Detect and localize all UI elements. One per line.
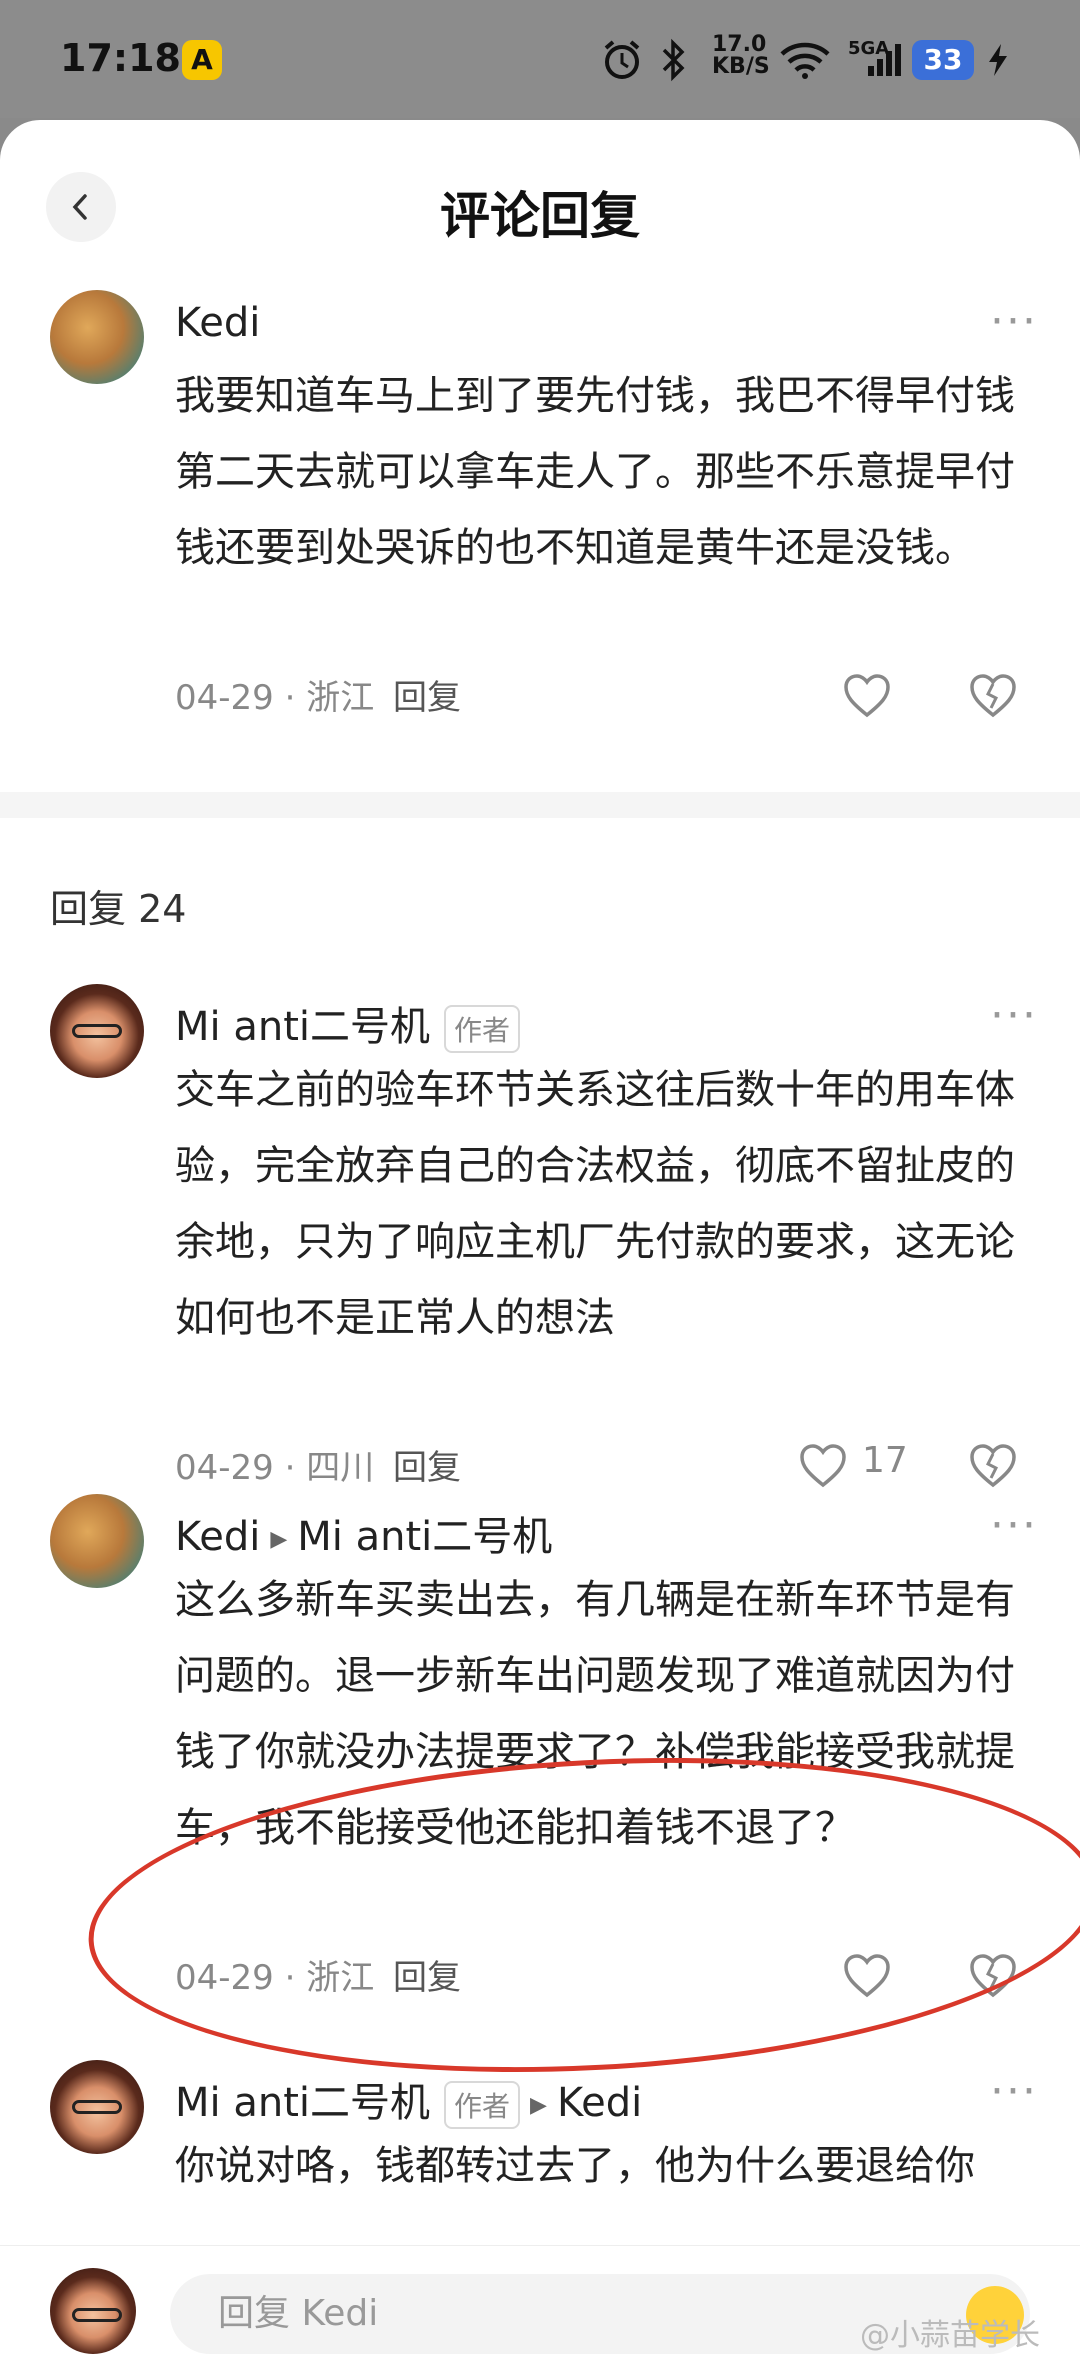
comment-reply-sheet: 评论回复 Kedi ··· 我要知道车马上到了要先付钱，我巴不得早付钱第二天去就… [0, 120, 1080, 2376]
avatar[interactable] [50, 2060, 144, 2154]
status-time: 17:18 [60, 36, 181, 80]
reply-author-line: Kedi ▶ Mi anti二号机 [175, 1504, 552, 1562]
author-tag: 作者 [444, 1005, 521, 1053]
reply-meta: 04-29 · 浙江 回复 [175, 1950, 461, 1999]
comment-date-location: 04-29 · 浙江 [175, 678, 375, 718]
net-speed: 17.0 KB/S [712, 32, 770, 79]
charging-icon [989, 44, 1007, 76]
section-divider [0, 792, 1080, 818]
like-count: 17 [862, 1440, 908, 1481]
reply-meta: 04-29 · 四川 回复 [175, 1440, 461, 1489]
wifi-icon [780, 42, 830, 79]
reply-to-user[interactable]: Kedi [557, 2080, 642, 2126]
reply-author[interactable]: Kedi [175, 1514, 260, 1560]
comment-meta: 04-29 · 浙江 回复 [175, 670, 461, 719]
reply-author-line: Mi anti二号机 作者 ▶ Kedi [175, 2070, 642, 2129]
heart-icon[interactable] [798, 1442, 848, 1490]
my-avatar [50, 2268, 136, 2354]
avatar[interactable] [50, 1494, 144, 1588]
reply-author-line: Mi anti二号机 作者 [175, 994, 521, 1053]
reply-link[interactable]: 回复 [393, 1958, 461, 1998]
broken-heart-icon[interactable] [968, 1952, 1018, 2000]
reply-arrow-icon: ▶ [270, 1526, 288, 1552]
reply-to-user[interactable]: Mi anti二号机 [297, 1514, 552, 1560]
reply-author[interactable]: Mi anti二号机 [175, 1004, 430, 1050]
broken-heart-icon[interactable] [968, 1442, 1018, 1490]
avatar[interactable] [50, 984, 144, 1078]
battery-indicator: 33 [912, 40, 974, 80]
replies-count: 回复 24 [50, 887, 187, 931]
page-title: 评论回复 [440, 187, 640, 245]
reply-date-location: 04-29 · 四川 [175, 1448, 375, 1488]
reply-link[interactable]: 回复 [393, 1448, 461, 1488]
reply-text: 你说对咯，钱都转过去了，他为什么要退给你 [175, 2143, 975, 2189]
reply-item: Mi anti二号机 作者 ··· 交车之前的验车环节关系这往后数十年的用车体验，… [0, 984, 1080, 1544]
reply-link[interactable]: 回复 [393, 678, 461, 718]
more-icon[interactable]: ··· [990, 990, 1038, 1041]
reply-input-bar: 回复 Kedi @小蒜苗学长 [0, 2245, 1080, 2376]
reply-arrow-icon: ▶ [530, 2092, 547, 2118]
heart-icon[interactable] [842, 672, 892, 720]
more-icon[interactable]: ··· [990, 296, 1038, 347]
watermark: @小蒜苗学长 [860, 2318, 1040, 2353]
more-icon[interactable]: ··· [990, 1500, 1038, 1551]
reply-text: 这么多新车买卖出去，有几辆是在新车环节是有问题的。退一步新车出问题发现了难道就因… [175, 1577, 1015, 1851]
more-icon[interactable]: ··· [990, 2066, 1038, 2117]
signal-icon [868, 44, 901, 76]
comment-text: 我要知道车马上到了要先付钱，我巴不得早付钱第二天去就可以拿车走人了。那些不乐意提… [175, 373, 1015, 571]
avatar[interactable] [50, 290, 144, 384]
alarm-icon [604, 40, 640, 79]
author-tag: 作者 [444, 2081, 521, 2129]
broken-heart-icon[interactable] [968, 672, 1018, 720]
status-bar: 17:18 A 17.0 KB/S 5GA 33 [0, 0, 1080, 118]
bluetooth-icon [662, 38, 685, 82]
app-notification-icon: A [182, 40, 222, 80]
reply-item: Kedi ▶ Mi anti二号机 ··· 这么多新车买卖出去，有几辆是在新车环节是… [0, 1494, 1080, 2134]
reply-author[interactable]: Mi anti二号机 [175, 2080, 430, 2126]
reply-date-location: 04-29 · 浙江 [175, 1958, 375, 1998]
heart-icon[interactable] [842, 1952, 892, 2000]
reply-text: 交车之前的验车环节关系这往后数十年的用车体验，完全放弃自己的合法权益，彻底不留扯… [175, 1067, 1015, 1341]
main-comment: Kedi ··· 我要知道车马上到了要先付钱，我巴不得早付钱第二天去就可以拿车走… [0, 290, 1080, 870]
comment-author[interactable]: Kedi [175, 300, 260, 346]
